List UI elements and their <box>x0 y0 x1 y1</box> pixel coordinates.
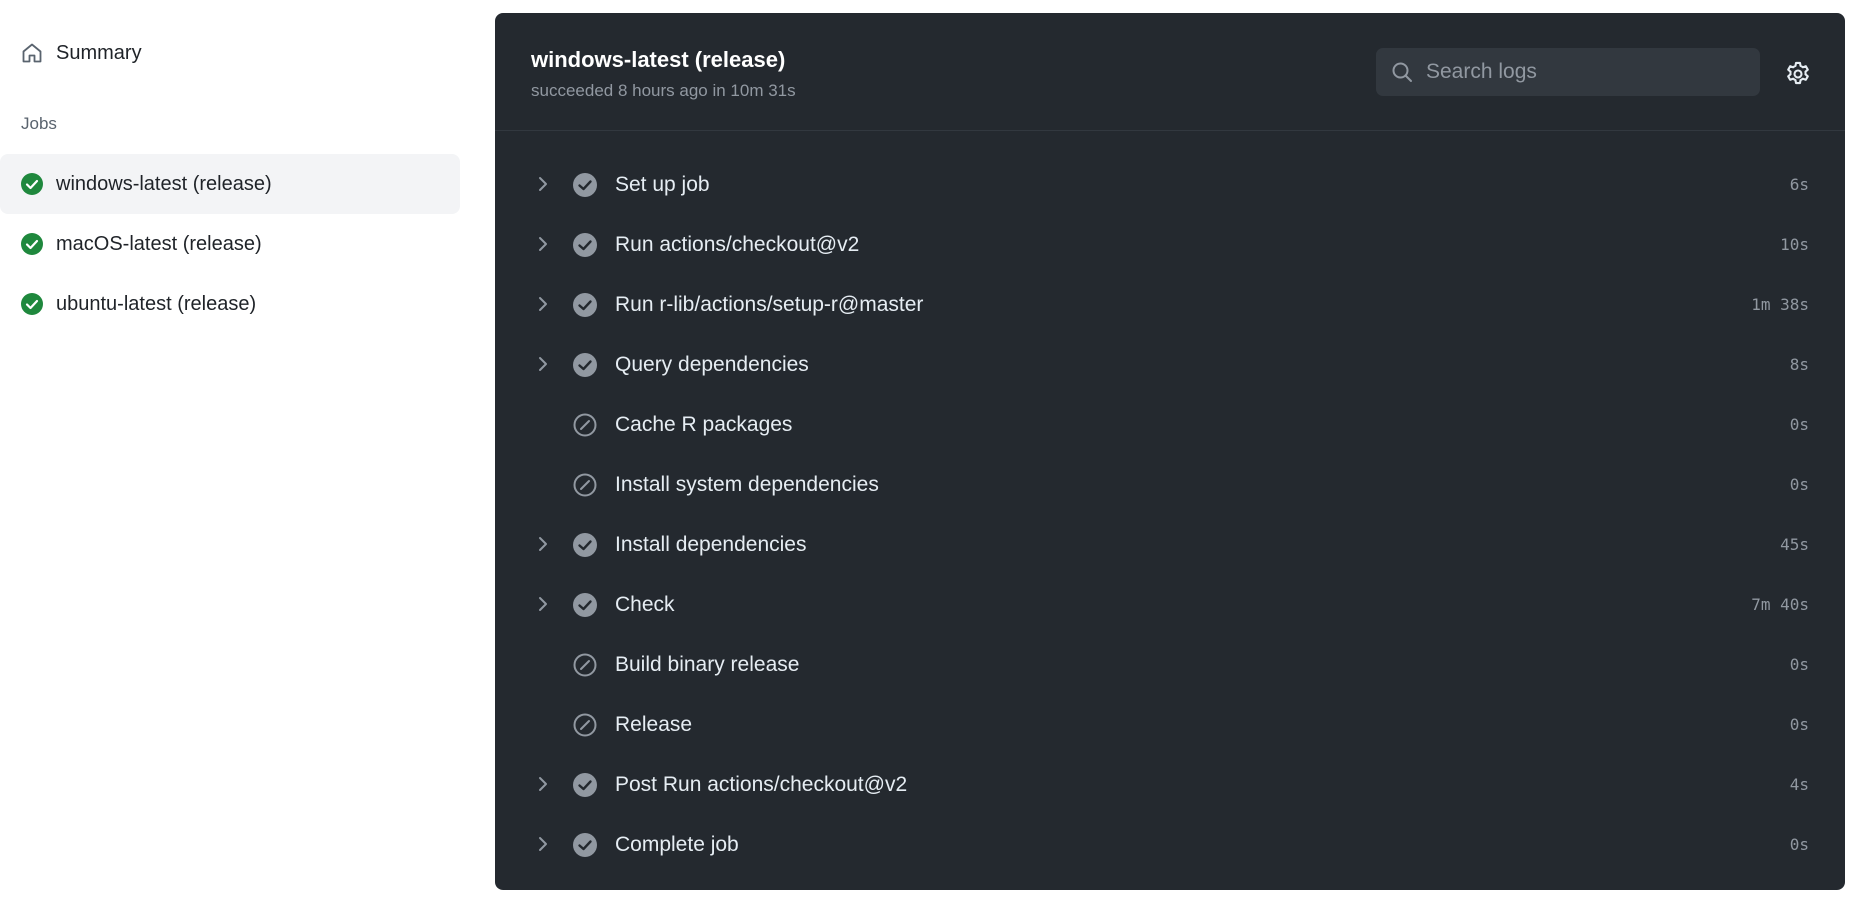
job-item-macos-latest[interactable]: macOS-latest (release) <box>0 214 460 274</box>
step-success-icon <box>573 293 597 317</box>
step-success-icon <box>573 353 597 377</box>
chevron-right-icon[interactable] <box>534 835 552 853</box>
step-name: Install dependencies <box>615 533 807 556</box>
step-name: Post Run actions/checkout@v2 <box>615 773 908 796</box>
step-row[interactable]: Set up job 6s <box>495 155 1845 215</box>
step-name: Complete job <box>615 833 739 856</box>
success-check-icon <box>21 293 43 315</box>
step-duration: 0s <box>1789 475 1809 494</box>
summary-link[interactable]: Summary <box>20 36 142 70</box>
step-duration: 1m 38s <box>1751 295 1809 314</box>
chevron-right-icon[interactable] <box>534 595 552 613</box>
step-skipped-icon <box>573 473 597 497</box>
step-skipped-icon <box>573 713 597 737</box>
step-row[interactable]: Check 7m 40s <box>495 575 1845 635</box>
search-logs-input[interactable] <box>1426 60 1726 84</box>
step-name: Build binary release <box>615 653 800 676</box>
step-row[interactable]: Complete job 0s <box>495 815 1845 875</box>
step-duration: 0s <box>1789 415 1809 434</box>
step-row: Install system dependencies 0s <box>495 455 1845 515</box>
step-row[interactable]: Install dependencies 45s <box>495 515 1845 575</box>
gear-icon[interactable] <box>1784 60 1812 88</box>
step-row[interactable]: Post Run actions/checkout@v2 4s <box>495 755 1845 815</box>
step-duration: 10s <box>1780 235 1809 254</box>
step-duration: 8s <box>1789 355 1809 374</box>
step-duration: 45s <box>1780 535 1809 554</box>
step-row[interactable]: Query dependencies 8s <box>495 335 1845 395</box>
job-item-ubuntu-latest[interactable]: ubuntu-latest (release) <box>0 274 460 334</box>
summary-label: Summary <box>56 41 142 64</box>
job-label: macOS-latest (release) <box>56 232 262 255</box>
step-success-icon <box>573 173 597 197</box>
step-name: Install system dependencies <box>615 473 879 496</box>
step-row: Release 0s <box>495 695 1845 755</box>
step-name: Release <box>615 713 693 736</box>
step-success-icon <box>573 833 597 857</box>
step-duration: 4s <box>1789 775 1809 794</box>
step-skipped-icon <box>573 413 597 437</box>
step-success-icon <box>573 233 597 257</box>
step-duration: 0s <box>1789 835 1809 854</box>
step-name: Query dependencies <box>615 353 809 376</box>
step-name: Run actions/checkout@v2 <box>615 233 860 256</box>
step-row: Cache R packages 0s <box>495 395 1845 455</box>
step-name: Set up job <box>615 173 710 196</box>
step-duration: 7m 40s <box>1751 595 1809 614</box>
step-row[interactable]: Run actions/checkout@v2 10s <box>495 215 1845 275</box>
chevron-right-icon[interactable] <box>534 175 552 193</box>
success-check-icon <box>21 233 43 255</box>
home-icon <box>22 43 42 63</box>
search-icon <box>1392 62 1412 82</box>
job-title: windows-latest (release) <box>531 47 786 72</box>
chevron-right-icon[interactable] <box>534 295 552 313</box>
step-list: Set up job 6s Run actions/checkout@v2 10s Ru… <box>495 155 1845 875</box>
chevron-right-icon[interactable] <box>534 775 552 793</box>
step-duration: 0s <box>1789 655 1809 674</box>
success-check-icon <box>21 173 43 195</box>
job-list: windows-latest (release) macOS-latest (r… <box>0 154 460 334</box>
search-logs-box[interactable] <box>1376 48 1760 96</box>
step-duration: 6s <box>1789 175 1809 194</box>
step-name: Check <box>615 593 675 616</box>
step-success-icon <box>573 773 597 797</box>
step-skipped-icon <box>573 653 597 677</box>
step-duration: 0s <box>1789 715 1809 734</box>
step-row[interactable]: Run r-lib/actions/setup-r@master 1m 38s <box>495 275 1845 335</box>
jobs-heading: Jobs <box>21 114 57 133</box>
step-success-icon <box>573 533 597 557</box>
step-name: Cache R packages <box>615 413 793 436</box>
step-success-icon <box>573 593 597 617</box>
sidebar: Summary Jobs windows-latest (release) ma… <box>0 0 460 903</box>
job-item-windows-latest[interactable]: windows-latest (release) <box>0 154 460 214</box>
chevron-right-icon[interactable] <box>534 535 552 553</box>
panel-header: windows-latest (release) succeeded 8 hou… <box>495 13 1845 131</box>
job-log-panel: windows-latest (release) succeeded 8 hou… <box>495 13 1845 890</box>
chevron-right-icon[interactable] <box>534 235 552 253</box>
job-label: windows-latest (release) <box>56 172 272 195</box>
job-label: ubuntu-latest (release) <box>56 292 257 315</box>
step-row: Build binary release 0s <box>495 635 1845 695</box>
chevron-right-icon[interactable] <box>534 355 552 373</box>
job-meta: succeeded 8 hours ago in 10m 31s <box>531 81 796 100</box>
step-name: Run r-lib/actions/setup-r@master <box>615 293 924 316</box>
